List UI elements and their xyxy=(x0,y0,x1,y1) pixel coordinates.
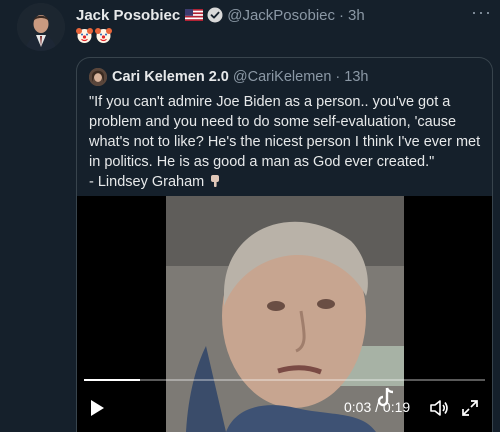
play-icon[interactable] xyxy=(89,399,105,417)
quoted-header-separator: · xyxy=(335,69,341,85)
clown-face-icon xyxy=(76,28,93,43)
author-avatar-image xyxy=(17,3,65,51)
author-avatar[interactable] xyxy=(17,3,65,51)
quote-attribution: - Lindsey Graham xyxy=(89,174,205,190)
video-player[interactable]: 0:03 / 0:19 xyxy=(77,196,492,432)
pointing-down-hand-icon xyxy=(211,175,220,187)
header-separator: · xyxy=(339,6,345,24)
current-time: 0:03 xyxy=(344,399,372,415)
video-frame xyxy=(166,196,404,432)
quote-text-line: problem and you need to do some self-eva… xyxy=(89,114,457,130)
quoted-tweet-card[interactable]: Cari Kelemen 2.0 @CariKelemen · 13h "If … xyxy=(76,57,493,432)
fullscreen-expand-icon[interactable] xyxy=(461,399,479,417)
quoted-tweet-text: "If you can't admire Joe Biden as a pers… xyxy=(89,92,484,192)
duration: 0:19 xyxy=(382,399,411,415)
author-handle[interactable]: @JackPosobiec xyxy=(227,7,335,24)
quote-text-line: in politics. He is as good a man as God … xyxy=(89,154,435,170)
quoted-author-name: Cari Kelemen 2.0 xyxy=(112,69,229,85)
volume-icon[interactable] xyxy=(429,399,449,417)
more-dots-icon[interactable]: ··· xyxy=(471,2,492,23)
us-flag-icon xyxy=(185,9,204,21)
quoted-author-avatar xyxy=(89,68,107,86)
author-name[interactable]: Jack Posobiec xyxy=(76,7,180,24)
quoted-author-handle: @CariKelemen xyxy=(232,69,332,85)
video-progress-fill xyxy=(84,379,141,381)
verified-badge-icon xyxy=(207,7,223,23)
quoted-tweet-timestamp: 13h xyxy=(344,69,369,85)
quoted-tweet-header: Cari Kelemen 2.0 @CariKelemen · 13h xyxy=(89,68,368,86)
time-separator: / xyxy=(375,399,380,415)
tweet-body xyxy=(76,27,112,44)
quote-text-line-last: - Lindsey Graham xyxy=(89,172,484,192)
quote-text-line: "If you can't admire Joe Biden as a pers… xyxy=(89,94,451,110)
clown-face-icon xyxy=(95,28,112,43)
tweet-header: Jack Posobiec @JackPosobiec · 3h xyxy=(76,5,490,25)
quote-text-line: what's not to like? He's the nicest pers… xyxy=(89,134,481,150)
tweet-timestamp[interactable]: 3h xyxy=(348,7,365,24)
video-progress-bar[interactable] xyxy=(84,379,485,381)
video-time: 0:03 / 0:19 xyxy=(344,399,410,415)
